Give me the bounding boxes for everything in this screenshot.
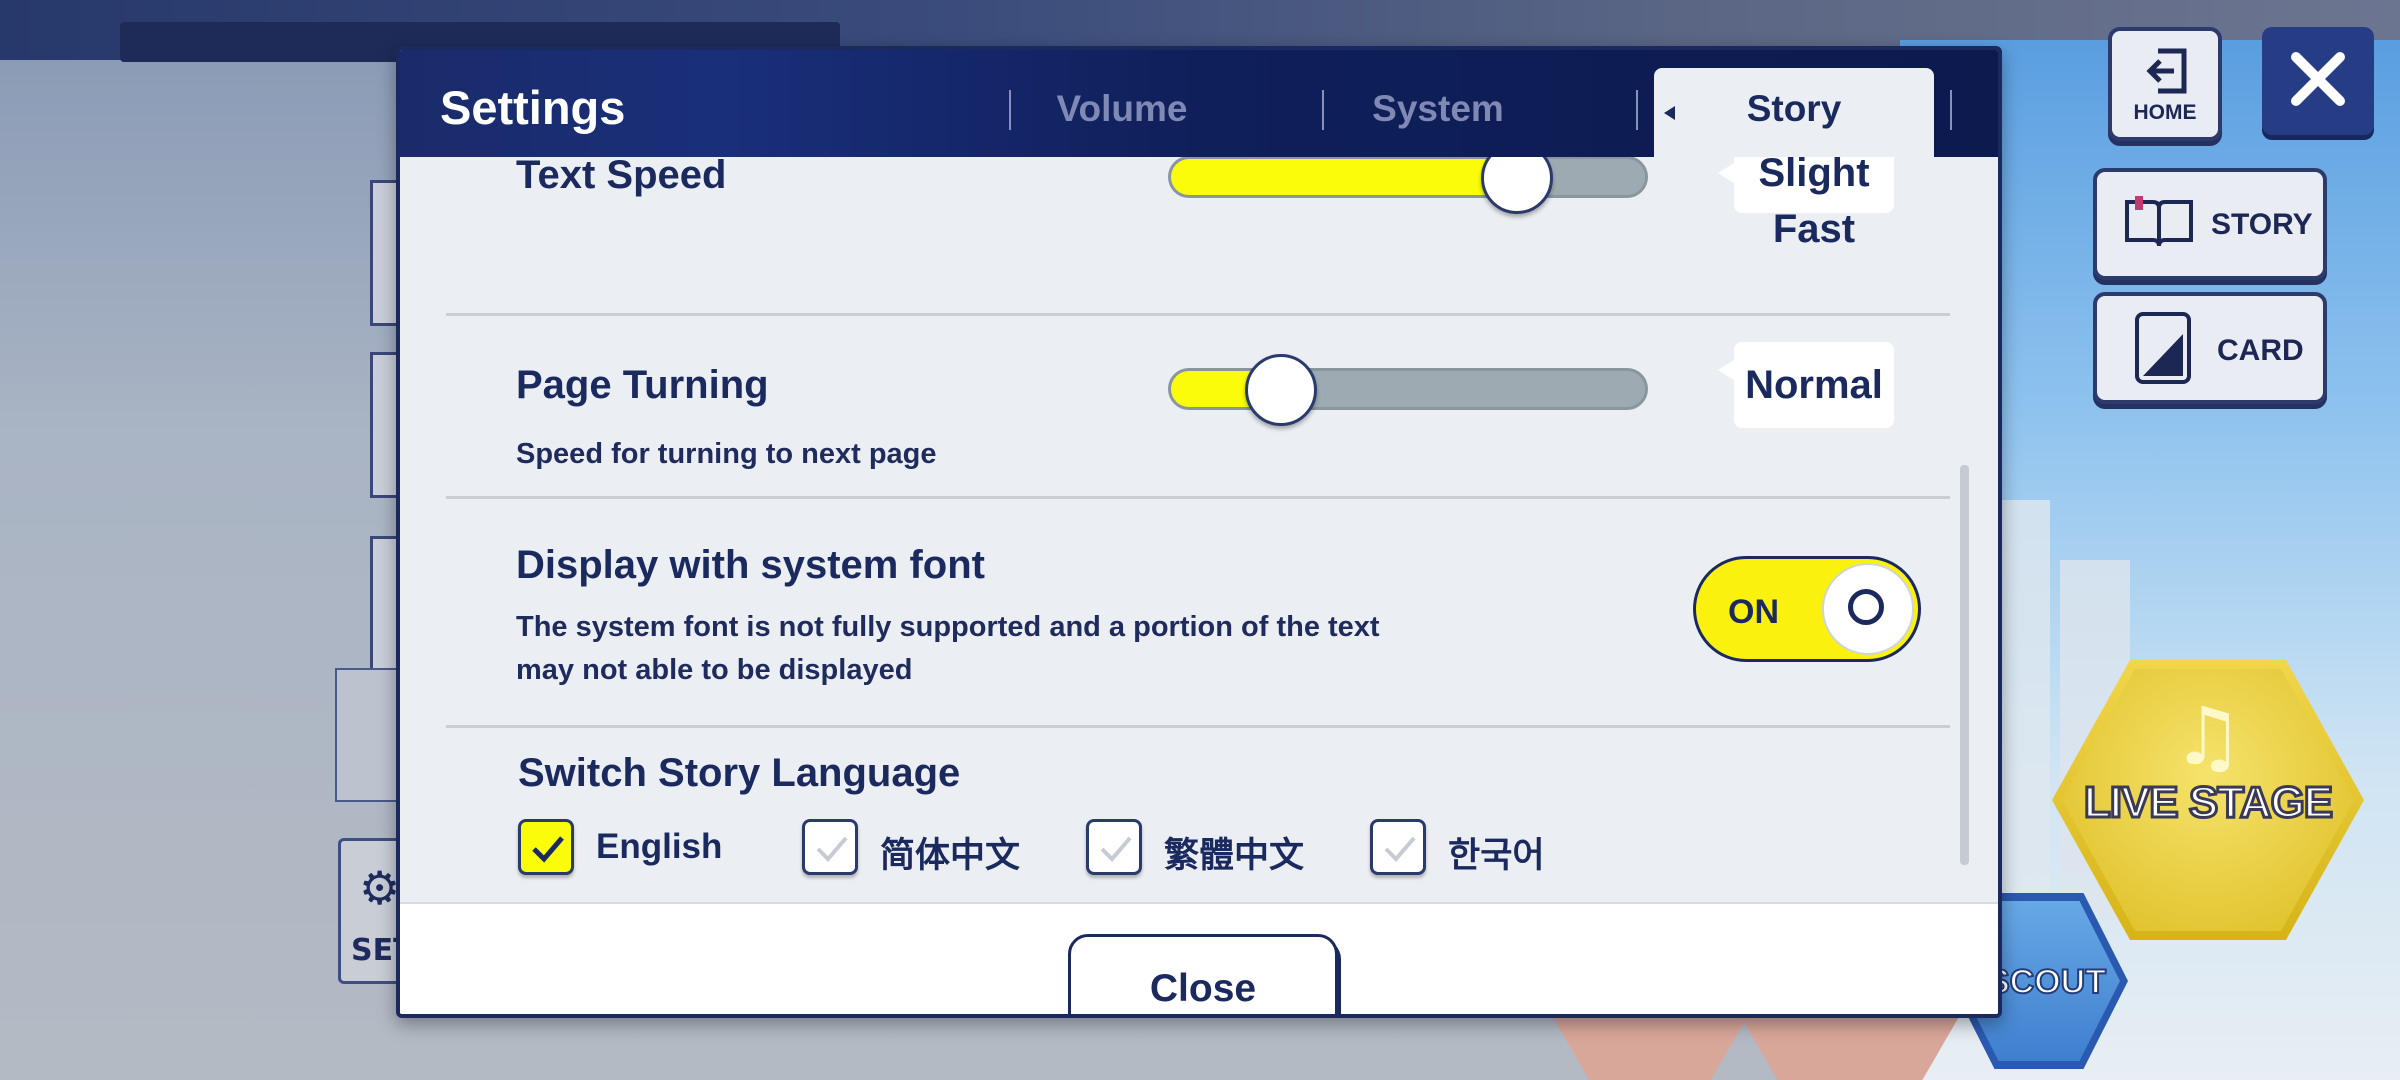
tab-separator <box>1322 90 1324 130</box>
language-name: 繁體中文 <box>1164 836 1305 875</box>
page-turning-description: Speed for turning to next page <box>516 438 937 470</box>
dialog-header: Settings Volume System Story <box>400 50 1998 157</box>
tab-volume[interactable]: Volume <box>1012 88 1232 130</box>
home-button[interactable]: HOME <box>2108 27 2222 141</box>
checkmark-icon <box>1384 836 1416 862</box>
text-speed-value: Slight Fast <box>1718 157 1894 251</box>
system-font-label: Display with system font <box>516 543 985 587</box>
checkmark-icon <box>816 836 848 862</box>
close-icon <box>2291 52 2345 106</box>
language-name: 简体中文 <box>880 836 1021 875</box>
live-stage-label: LIVE STAGE <box>2082 777 2334 829</box>
language-checkbox[interactable] <box>1086 819 1142 875</box>
menu-panel <box>335 668 397 802</box>
page-turning-label: Page Turning <box>516 363 769 407</box>
checkmark-icon <box>532 836 564 863</box>
story-language-label: Switch Story Language <box>518 751 961 795</box>
toggle-state-label: ON <box>1728 593 1779 631</box>
system-font-toggle[interactable]: ON <box>1693 556 1921 662</box>
text-speed-slider-fill <box>1171 159 1517 195</box>
tab-system[interactable]: System <box>1328 88 1548 130</box>
tab-separator <box>1950 90 1952 130</box>
language-checkbox[interactable] <box>1370 819 1426 875</box>
language-name: 한국어 <box>1448 836 1545 875</box>
music-note-icon: ♫ <box>2172 690 2244 783</box>
settings-content: Text Speed Slight Fast Page Turning Spee… <box>400 157 1998 902</box>
page-turning-slider-knob[interactable] <box>1245 354 1317 426</box>
divider <box>446 313 1950 316</box>
language-name: English <box>596 827 723 866</box>
gear-icon: ⚙ <box>359 861 401 915</box>
close-button-label: Close <box>1149 967 1257 1010</box>
text-speed-label: Text Speed <box>516 157 727 197</box>
tab-separator <box>1009 90 1011 130</box>
divider <box>446 496 1950 499</box>
system-font-description: The system font is not fully supported a… <box>516 611 1380 686</box>
scrollbar[interactable] <box>1960 465 1969 865</box>
checkmark-icon <box>1100 836 1132 862</box>
text-speed-slider-knob[interactable] <box>1481 157 1553 214</box>
story-button[interactable]: STORY <box>2093 168 2327 280</box>
home-exit-icon <box>2146 48 2187 94</box>
settings-dialog: Settings Volume System Story Text Speed … <box>396 46 2002 1018</box>
page-turning-slider[interactable] <box>1168 354 1648 426</box>
tab-story[interactable]: Story <box>1654 68 1934 157</box>
tab-story-label: Story <box>1746 88 1842 129</box>
close-button[interactable]: Close <box>1068 934 1338 1014</box>
dialog-title: Settings <box>440 81 626 134</box>
home-label: HOME <box>2133 101 2197 124</box>
page-turning-value: Normal <box>1718 342 1894 428</box>
card-button[interactable]: CARD <box>2093 292 2327 404</box>
dialog-footer: Close <box>400 902 1998 1014</box>
story-label: STORY <box>2211 208 2313 241</box>
language-checkbox[interactable] <box>802 819 858 875</box>
card-icon <box>2135 312 2191 384</box>
settings-menu-button[interactable]: ⚙ SET <box>338 838 414 984</box>
text-speed-slider[interactable] <box>1168 157 1648 214</box>
language-checkbox[interactable] <box>518 819 574 875</box>
tab-separator <box>1636 90 1638 130</box>
toggle-knob <box>1822 563 1914 655</box>
card-label: CARD <box>2217 334 2304 367</box>
exit-button[interactable] <box>2262 27 2374 135</box>
divider <box>446 725 1950 728</box>
book-icon <box>2125 196 2193 247</box>
